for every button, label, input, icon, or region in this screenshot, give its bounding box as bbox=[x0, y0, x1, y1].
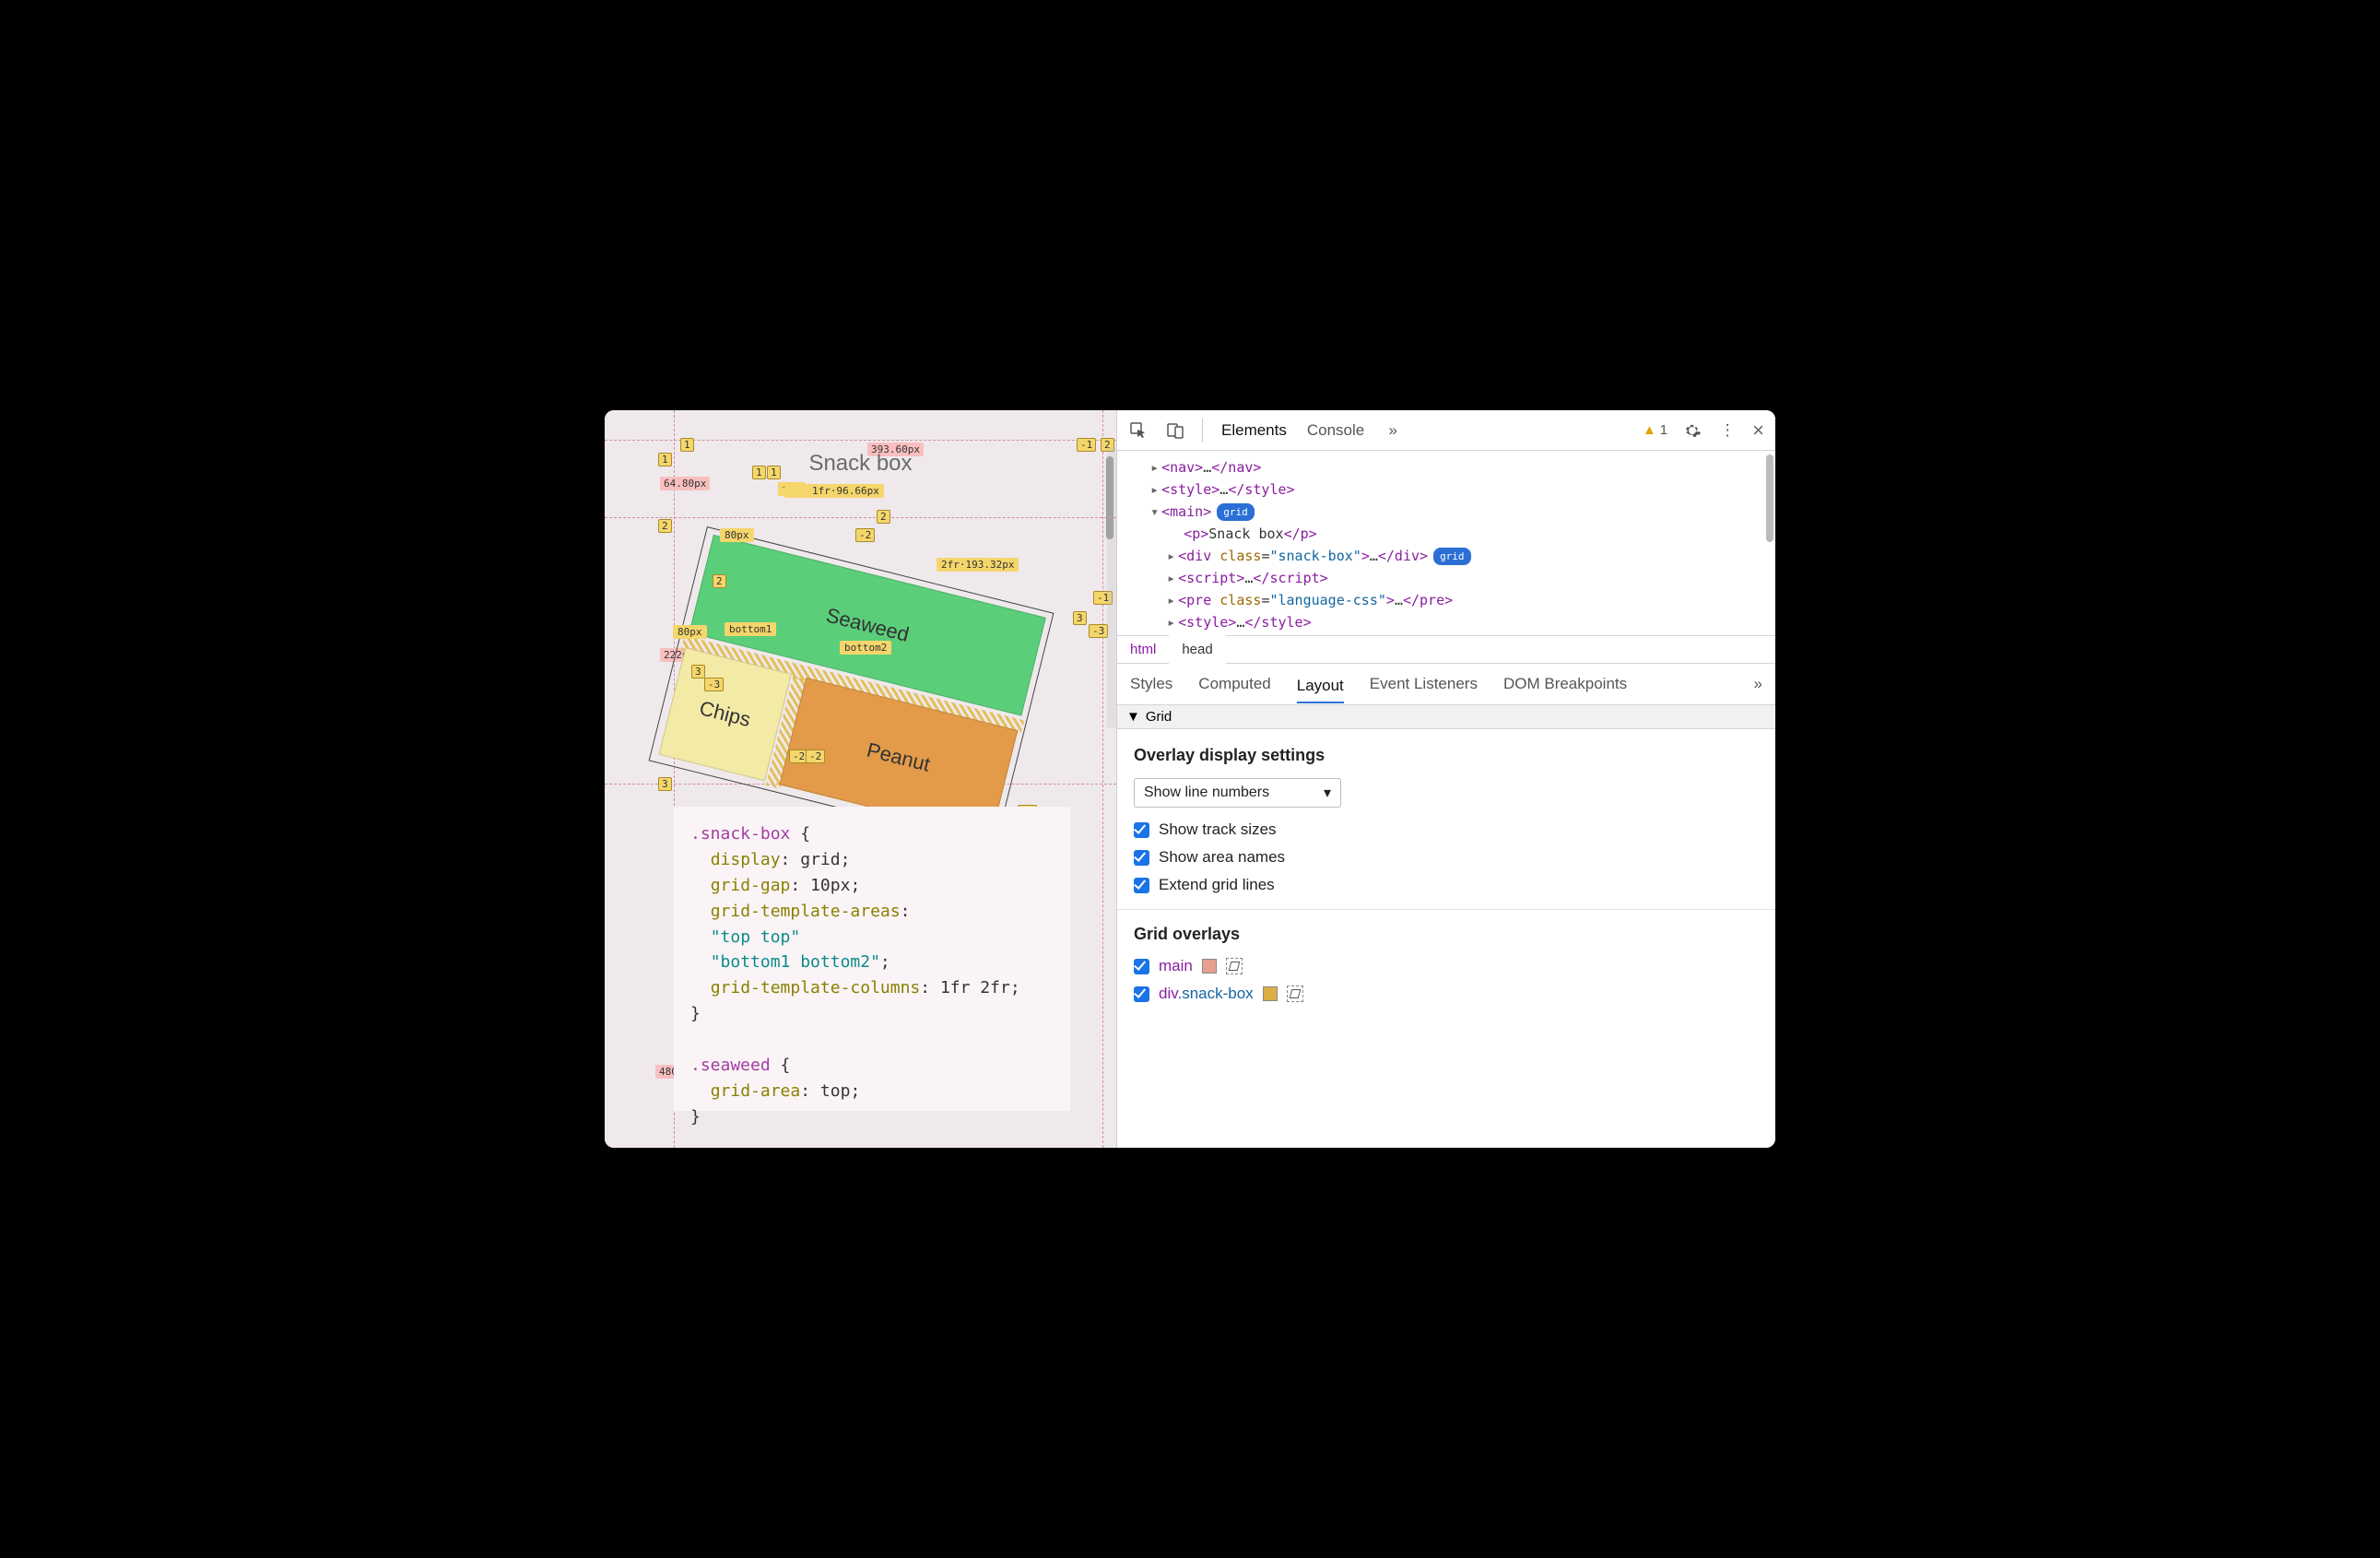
dom-node[interactable]: ▸<pre class="language-css">…</pre> bbox=[1134, 589, 1775, 611]
grid-badge[interactable]: grid bbox=[1217, 503, 1255, 522]
row-size-label: 80px bbox=[720, 528, 754, 542]
reveal-element-icon[interactable] bbox=[1287, 986, 1303, 1002]
grid-line-number: 3 bbox=[1073, 611, 1087, 625]
grid-line-number: 1 bbox=[680, 438, 694, 452]
css-code-pane: .snack-box { display: grid; grid-gap: 10… bbox=[674, 807, 1070, 1111]
color-swatch[interactable] bbox=[1202, 959, 1217, 974]
page-title: Snack box bbox=[605, 451, 1116, 477]
dom-scrollbar[interactable] bbox=[1766, 454, 1773, 542]
dom-node[interactable]: ▸<style>…</style> bbox=[1134, 478, 1775, 501]
color-swatch[interactable] bbox=[1263, 986, 1278, 1001]
dom-node[interactable]: ▸<script>…</script> bbox=[1134, 567, 1775, 589]
checkbox-track-sizes[interactable]: Show track sizes bbox=[1134, 820, 1759, 839]
track-size-label: 1fr·96.66px bbox=[784, 484, 884, 498]
checkbox-icon bbox=[1134, 850, 1149, 866]
grid-line-number: -2 bbox=[806, 749, 825, 763]
dom-breadcrumb: html head bbox=[1117, 635, 1775, 664]
dom-node[interactable]: <p>Snack box</p> bbox=[1134, 523, 1775, 545]
tab-styles[interactable]: Styles bbox=[1130, 671, 1172, 697]
grid-line-number: -1 bbox=[1093, 591, 1113, 605]
grid-line-number: -2 bbox=[855, 528, 875, 542]
styles-tabstrip: Styles Computed Layout Event Listeners D… bbox=[1117, 664, 1775, 705]
grid-line-number: 3 bbox=[691, 665, 705, 679]
dom-node[interactable]: ▸<div class="snack-box">…</div>grid bbox=[1134, 545, 1775, 567]
overlay-element-name[interactable]: main bbox=[1159, 957, 1193, 975]
grid-line-number: 2 bbox=[1101, 438, 1114, 452]
grid-line-number: 2 bbox=[877, 510, 890, 524]
area-name-label: bottom1 bbox=[725, 622, 776, 636]
grid-line-number: -3 bbox=[1089, 624, 1108, 638]
grid-overlay-item: main bbox=[1134, 957, 1759, 975]
overlay-settings-heading: Overlay display settings bbox=[1134, 746, 1759, 765]
disclosure-triangle-icon: ▼ bbox=[1126, 709, 1140, 725]
grid-size-label: 64.80px bbox=[660, 477, 710, 490]
page-scrollbar[interactable] bbox=[1106, 456, 1113, 539]
settings-icon[interactable] bbox=[1682, 420, 1703, 441]
reveal-element-icon[interactable] bbox=[1226, 958, 1243, 974]
grid-line-number: 3 bbox=[658, 777, 672, 791]
section-divider bbox=[1117, 909, 1775, 910]
grid-line-number: 2 bbox=[658, 519, 672, 533]
row-size-label: 80px bbox=[673, 625, 707, 639]
area-name-label: bottom2 bbox=[840, 641, 891, 655]
tab-event-listeners[interactable]: Event Listeners bbox=[1370, 671, 1478, 697]
grid-section-header[interactable]: ▼Grid bbox=[1117, 705, 1775, 729]
cell-chips: Chips bbox=[658, 647, 791, 781]
checkbox-icon bbox=[1134, 878, 1149, 893]
chevron-down-icon: ▾ bbox=[1324, 784, 1331, 802]
toolbar-separator bbox=[1202, 419, 1203, 443]
track-size-label: 2fr·193.32px bbox=[937, 558, 1019, 572]
dom-node[interactable]: ▸<style>…</style> bbox=[1134, 611, 1775, 633]
elements-dom-tree[interactable]: ▸<nav>…</nav> ▸<style>…</style> ▾<main>g… bbox=[1117, 451, 1775, 635]
inspect-element-icon[interactable] bbox=[1128, 420, 1149, 441]
more-tabs-icon[interactable]: » bbox=[1754, 675, 1762, 693]
tab-dom-breakpoints[interactable]: DOM Breakpoints bbox=[1503, 671, 1627, 697]
grid-line-number: 2 bbox=[713, 574, 726, 588]
tab-computed[interactable]: Computed bbox=[1198, 671, 1270, 697]
devtools-window: 393.60px 64.80px 222px 480.60px 1 -1 2 1… bbox=[605, 410, 1775, 1148]
warnings-badge[interactable]: ▲1 bbox=[1643, 422, 1667, 438]
line-numbers-select[interactable]: Show line numbers ▾ bbox=[1134, 778, 1341, 808]
grid-line-number: -1 bbox=[1077, 438, 1096, 452]
page-viewport: 393.60px 64.80px 222px 480.60px 1 -1 2 1… bbox=[605, 410, 1116, 1148]
dom-node[interactable]: ▾<main>grid bbox=[1134, 501, 1775, 523]
extended-grid-line bbox=[605, 517, 1116, 518]
overlay-element-name[interactable]: div.snack-box bbox=[1159, 985, 1254, 1003]
checkbox-icon[interactable] bbox=[1134, 986, 1149, 1002]
warning-icon: ▲ bbox=[1643, 422, 1656, 438]
close-devtools-icon[interactable]: × bbox=[1752, 419, 1764, 443]
tab-elements[interactable]: Elements bbox=[1219, 418, 1289, 443]
checkbox-icon bbox=[1134, 822, 1149, 838]
grid-line-number: 1 bbox=[767, 466, 781, 479]
grid-line-number: 1 bbox=[752, 466, 766, 479]
breadcrumb-item[interactable]: head bbox=[1169, 636, 1225, 663]
grid-overlay-item: div.snack-box bbox=[1134, 985, 1759, 1003]
breadcrumb-item[interactable]: html bbox=[1117, 636, 1169, 663]
checkbox-icon[interactable] bbox=[1134, 959, 1149, 974]
more-tabs-icon[interactable]: » bbox=[1383, 420, 1403, 441]
devtools-toolbar: Elements Console » ▲1 ⋮ × bbox=[1117, 410, 1775, 451]
grid-badge[interactable]: grid bbox=[1433, 548, 1471, 566]
grid-section-body: Overlay display settings Show line numbe… bbox=[1117, 729, 1775, 1031]
checkbox-area-names[interactable]: Show area names bbox=[1134, 848, 1759, 867]
tab-console[interactable]: Console bbox=[1305, 418, 1366, 443]
kebab-menu-icon[interactable]: ⋮ bbox=[1717, 420, 1738, 441]
extended-grid-line bbox=[1102, 410, 1103, 1148]
devtools-panel: Elements Console » ▲1 ⋮ × ▸<nav>…</nav> … bbox=[1116, 410, 1775, 1148]
grid-overlays-heading: Grid overlays bbox=[1134, 925, 1759, 944]
device-toggle-icon[interactable] bbox=[1165, 420, 1185, 441]
checkbox-extend-lines[interactable]: Extend grid lines bbox=[1134, 876, 1759, 894]
grid-line-number: -3 bbox=[704, 678, 724, 691]
dom-node[interactable]: ▸<nav>…</nav> bbox=[1134, 456, 1775, 478]
tab-layout[interactable]: Layout bbox=[1297, 673, 1344, 703]
